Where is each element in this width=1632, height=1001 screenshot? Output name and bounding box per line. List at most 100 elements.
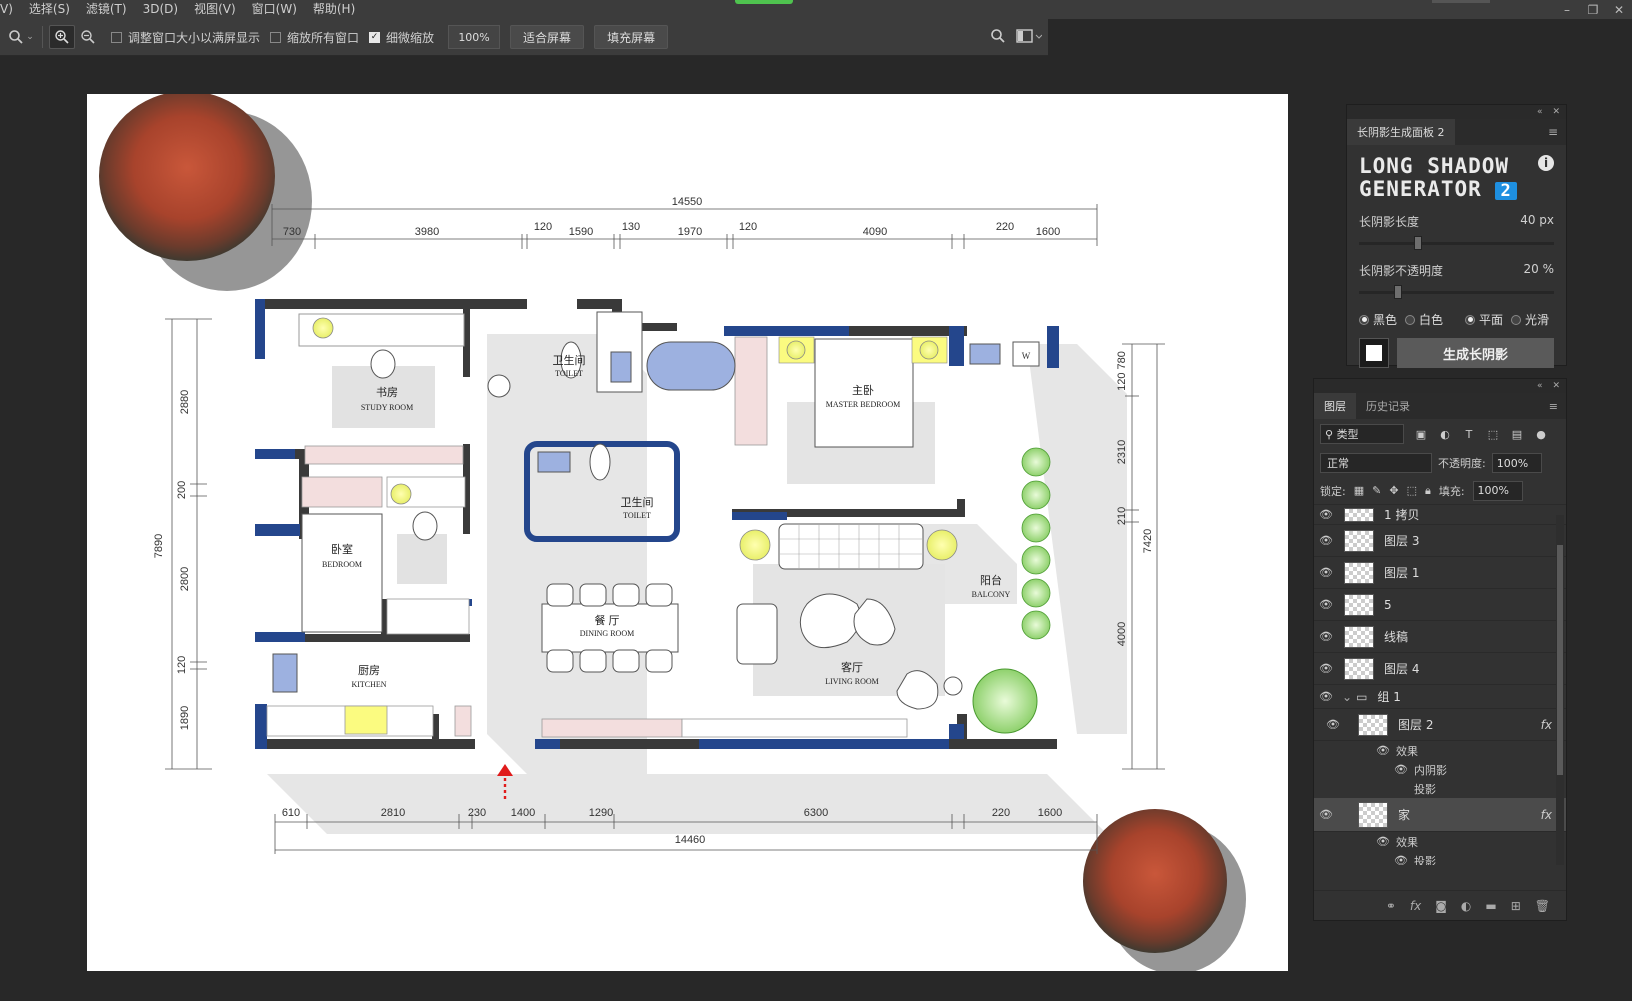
tab-long-shadow[interactable]: 长阴影生成面板 2 — [1347, 119, 1455, 145]
length-slider[interactable] — [1359, 236, 1554, 250]
fx-icon[interactable]: fx — [1541, 808, 1552, 822]
fill-screen-button[interactable]: 填充屏幕 — [594, 25, 669, 49]
eye-icon[interactable]: 👁︎ — [1376, 744, 1390, 757]
filter-shape-icon[interactable]: ⬚ — [1486, 428, 1500, 441]
group-row[interactable]: 👁︎ ⌄ ▭ 组 1 — [1314, 685, 1566, 709]
radio-white[interactable]: 白色 — [1405, 311, 1443, 328]
eye-icon[interactable]: 👁︎ — [1314, 630, 1338, 643]
checkbox-box-checked[interactable]: ✓ — [369, 31, 381, 43]
chevron-down-icon[interactable]: ⌄ — [1342, 690, 1352, 704]
checkbox-box[interactable] — [270, 31, 282, 43]
eye-icon[interactable]: 👁︎ — [1314, 662, 1338, 675]
radio-dot[interactable] — [1405, 314, 1416, 325]
restore-icon[interactable]: ❐ — [1580, 3, 1606, 17]
scrollbar-thumb[interactable] — [1557, 545, 1563, 775]
adjustment-icon[interactable]: ◐ — [1461, 899, 1471, 913]
menu-help[interactable]: 帮助(H) — [305, 0, 363, 19]
eye-icon[interactable]: 👁︎ — [1394, 854, 1408, 865]
fx-icon[interactable]: fx — [1541, 718, 1552, 732]
zoom-out-button[interactable] — [75, 25, 101, 49]
search-icon[interactable] — [990, 28, 1006, 48]
radio-dot[interactable] — [1465, 314, 1476, 325]
menu-window[interactable]: 窗口(W) — [244, 0, 305, 19]
color-swatch[interactable] — [1359, 338, 1389, 368]
effect-item[interactable]: 👁︎ 内阴影 — [1314, 760, 1566, 779]
menu-select[interactable]: 选择(S) — [21, 0, 78, 19]
effects-row[interactable]: 👁︎ 效果 — [1314, 741, 1566, 760]
trash-icon[interactable]: 🗑︎ — [1535, 899, 1550, 913]
workspace-icon[interactable] — [1016, 28, 1043, 48]
lock-move-icon[interactable]: ✥ — [1389, 484, 1398, 497]
filter-smart-icon[interactable]: ▤ — [1510, 428, 1524, 441]
close-icon[interactable]: ✕ — [1552, 381, 1560, 391]
collapse-icon[interactable]: « — [1537, 107, 1543, 117]
zoom-tool-icon[interactable]: ⌄ — [6, 25, 36, 49]
eye-icon[interactable]: 👁︎ — [1314, 718, 1352, 731]
filter-toggle-icon[interactable]: ● — [1534, 428, 1548, 441]
effect-item[interactable]: 👁︎ 投影 — [1314, 851, 1566, 865]
filter-adjustment-icon[interactable]: ◐ — [1438, 428, 1452, 441]
layers-scrollbar[interactable] — [1556, 515, 1564, 865]
layer-row[interactable]: 👁︎ 1 拷贝 — [1314, 505, 1566, 525]
layer-row[interactable]: 👁︎ 线稿 — [1314, 621, 1566, 653]
lock-paint-icon[interactable]: ✎ — [1372, 484, 1381, 497]
link-icon[interactable]: ⚭ — [1386, 899, 1396, 913]
fx-icon[interactable]: fx — [1410, 899, 1421, 913]
fill-input[interactable]: 100% — [1472, 480, 1523, 501]
eye-icon[interactable]: 👁︎ — [1376, 835, 1390, 848]
filter-kind-select[interactable]: ⚲ 类型 — [1320, 424, 1404, 444]
menu-item[interactable]: V) — [0, 0, 21, 19]
collapse-icon[interactable]: « — [1537, 381, 1543, 391]
scrubby-zoom-checkbox[interactable]: ✓ 细微缩放 — [369, 29, 434, 46]
radio-flat[interactable]: 平面 — [1465, 311, 1503, 328]
close-icon[interactable]: ✕ — [1552, 107, 1560, 117]
radio-black[interactable]: 黑色 — [1359, 311, 1397, 328]
layer-row[interactable]: 👁︎ 图层 2 fx — [1314, 709, 1566, 741]
panel-menu-icon[interactable]: ≡ — [1540, 119, 1566, 145]
info-icon[interactable]: i — [1538, 155, 1554, 171]
chevron-down-icon[interactable]: ⌄ — [26, 32, 34, 42]
close-icon[interactable]: ✕ — [1606, 3, 1632, 17]
radio-smooth[interactable]: 光滑 — [1511, 311, 1549, 328]
slider-thumb[interactable] — [1394, 285, 1402, 299]
eye-icon[interactable]: 👁︎ — [1314, 808, 1338, 821]
opacity-input[interactable]: 100% — [1491, 453, 1542, 473]
radio-dot[interactable] — [1359, 314, 1369, 325]
filter-pixel-icon[interactable]: ▣ — [1414, 428, 1428, 441]
lock-transparency-icon[interactable]: ▦ — [1354, 484, 1364, 497]
document-canvas[interactable]: 14550 730 3980 120 1590 130 1970 120 409… — [87, 94, 1288, 971]
zoom-all-checkbox[interactable]: 缩放所有窗口 — [270, 29, 359, 46]
eye-icon[interactable]: 👁︎ — [1314, 690, 1338, 703]
zoom-100-button[interactable]: 100% — [448, 25, 501, 49]
panel-menu-icon[interactable]: ≡ — [1541, 393, 1566, 419]
layer-row[interactable]: 👁︎ 5 — [1314, 589, 1566, 621]
tab-history[interactable]: 历史记录 — [1356, 393, 1420, 419]
resize-windows-checkbox[interactable]: 调整窗口大小以满屏显示 — [111, 29, 260, 46]
tab-layers[interactable]: 图层 — [1314, 393, 1356, 419]
layer-row[interactable]: 👁︎ 图层 1 — [1314, 557, 1566, 589]
blend-mode-select[interactable]: 正常 — [1320, 453, 1432, 473]
layer-row-selected[interactable]: 👁︎ 家 fx — [1314, 798, 1566, 832]
menu-filter[interactable]: 滤镜(T) — [78, 0, 135, 19]
layer-list[interactable]: 👁︎ 1 拷贝 👁︎ 图层 3 👁︎ 图层 1 👁︎ 5 👁︎ 线稿 👁︎ 图层… — [1314, 505, 1566, 865]
minimize-icon[interactable]: – — [1554, 3, 1580, 17]
layer-row[interactable]: 👁︎ 图层 3 — [1314, 525, 1566, 557]
checkbox-box[interactable] — [111, 31, 122, 43]
eye-icon[interactable]: 👁︎ — [1314, 534, 1338, 547]
eye-icon[interactable]: 👁︎ — [1394, 763, 1408, 776]
generate-shadow-button[interactable]: 生成长阴影 — [1397, 338, 1554, 368]
mask-icon[interactable]: ◙ — [1435, 899, 1447, 913]
radio-dot[interactable] — [1511, 314, 1522, 325]
layer-row[interactable]: 👁︎ 图层 4 — [1314, 653, 1566, 685]
eye-icon[interactable]: 👁︎ — [1314, 598, 1338, 611]
eye-icon[interactable]: 👁︎ — [1314, 508, 1338, 521]
effects-row[interactable]: 👁︎ 效果 — [1314, 832, 1566, 851]
lock-all-icon[interactable]: 🔒︎ — [1425, 484, 1431, 498]
new-layer-icon[interactable]: ⊞ — [1511, 899, 1521, 913]
slider-thumb[interactable] — [1413, 236, 1422, 250]
fit-screen-button[interactable]: 适合屏幕 — [510, 25, 585, 49]
folder-icon[interactable]: ▬ — [1485, 899, 1496, 913]
filter-type-icon[interactable]: T — [1462, 428, 1476, 441]
lock-artboard-icon[interactable]: ⬚ — [1407, 484, 1417, 497]
zoom-in-button[interactable] — [49, 25, 75, 49]
